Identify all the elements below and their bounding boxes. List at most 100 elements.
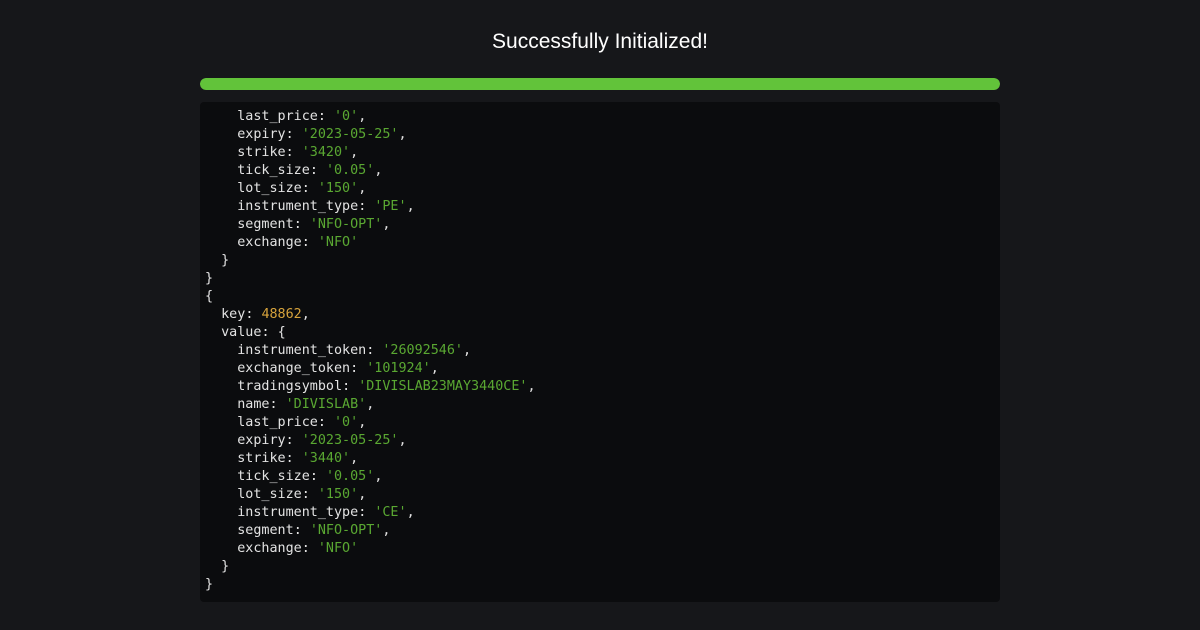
console-line: key: 48862, (221, 307, 310, 322)
console-line-key: tick_size (237, 163, 310, 178)
console-line-value: 'CE' (374, 505, 407, 520)
console-line-value: '2023-05-25' (301, 127, 399, 142)
progress-bar-fill (200, 78, 1000, 90)
console-line-punctuation: , (430, 361, 439, 376)
console-line: instrument_token: '26092546', (237, 343, 472, 358)
console-line: segment: 'NFO-OPT', (237, 523, 391, 538)
console-line: last_price: '0', (237, 109, 367, 124)
console-line-key: expiry (237, 127, 286, 142)
console-line-key: instrument_type (237, 199, 359, 214)
console-line-key: exchange (237, 541, 302, 556)
console-line-value: 48862 (261, 307, 302, 322)
console-line-value: '150' (317, 487, 359, 502)
console-line-punctuation: , (358, 487, 367, 502)
console-line-key: last_price (237, 109, 318, 124)
console-line: exchange_token: '101924', (237, 361, 439, 376)
console-line-value: 'NFO-OPT' (309, 217, 383, 232)
console-line-text: } (205, 577, 214, 592)
console-line: tick_size: '0.05', (237, 469, 383, 484)
console-line-value: '0' (334, 109, 359, 124)
console-line-key: name (237, 397, 270, 412)
console-line-value: '26092546' (382, 343, 463, 358)
console-line-value: 'NFO' (317, 235, 359, 250)
console-line-punctuation: , (350, 145, 359, 160)
console-line: tradingsymbol: 'DIVISLAB23MAY3440CE', (237, 379, 536, 394)
console-line-punctuation: , (463, 343, 472, 358)
console-line-value: '101924' (366, 361, 431, 376)
console-line-punctuation: , (374, 163, 383, 178)
console-line: instrument_type: 'PE', (237, 199, 415, 214)
console-line-punctuation: , (358, 181, 367, 196)
console-line-key: lot_size (237, 181, 302, 196)
console-line-text: { (205, 289, 214, 304)
console-line-key: segment (237, 217, 294, 232)
console-line-punctuation: , (406, 505, 415, 520)
console-line: expiry: '2023-05-25', (237, 127, 407, 142)
console-line-punctuation: , (374, 469, 383, 484)
console-line-punctuation: , (350, 451, 359, 466)
console-line-punctuation: , (358, 415, 367, 430)
console-line-value: '0' (334, 415, 359, 430)
console-line-key: instrument_type (237, 505, 359, 520)
console-lines: last_price: '0', expiry: '2023-05-25', s… (200, 102, 1000, 594)
console-line: exchange: 'NFO' (237, 541, 359, 556)
console-line-key: lot_size (237, 487, 302, 502)
console-line-punctuation: , (382, 217, 391, 232)
console-line: } (205, 270, 1000, 288)
console-line-key: segment (237, 523, 294, 538)
console-line-key: exchange_token (237, 361, 351, 376)
console-line: exchange: 'NFO' (237, 235, 359, 250)
console-line-value: '0.05' (325, 163, 375, 178)
console-line-value: '2023-05-25' (301, 433, 399, 448)
console-line-key: tick_size (237, 469, 310, 484)
console-line-value: { (277, 325, 286, 340)
console-line-punctuation: , (398, 433, 407, 448)
console-line-key: strike (237, 145, 286, 160)
console-line-punctuation: , (366, 397, 375, 412)
console-line-key: expiry (237, 433, 286, 448)
console-line-value: '3440' (301, 451, 351, 466)
console-line-value: '150' (317, 181, 359, 196)
console-line-punctuation: , (406, 199, 415, 214)
console-line-value: '3420' (301, 145, 351, 160)
console-line: } (205, 252, 1000, 270)
console-line: { (205, 288, 1000, 306)
console-line-punctuation: , (358, 109, 367, 124)
console-line: tick_size: '0.05', (237, 163, 383, 178)
console-line: lot_size: '150', (237, 487, 367, 502)
console-line-key: key (221, 307, 246, 322)
console-line-text: } (221, 559, 230, 574)
console-line-value: 'DIVISLAB' (285, 397, 367, 412)
console-line-value: 'PE' (374, 199, 407, 214)
console-line-text: } (221, 253, 230, 268)
console-line: last_price: '0', (237, 415, 367, 430)
page-title: Successfully Initialized! (492, 30, 708, 53)
console-line: value: { (221, 325, 286, 340)
console-line: } (205, 558, 1000, 576)
progress-bar (200, 78, 1000, 90)
console-line-value: '0.05' (325, 469, 375, 484)
console-line: strike: '3440', (237, 451, 359, 466)
console-line: name: 'DIVISLAB', (237, 397, 375, 412)
console-line: segment: 'NFO-OPT', (237, 217, 391, 232)
console-line-value: 'DIVISLAB23MAY3440CE' (358, 379, 528, 394)
console-line-punctuation: , (301, 307, 310, 322)
console-line-key: instrument_token (237, 343, 367, 358)
console-line: strike: '3420', (237, 145, 359, 160)
console-line-key: value (221, 325, 262, 340)
console-line-punctuation: , (382, 523, 391, 538)
console-line: lot_size: '150', (237, 181, 367, 196)
console-line-punctuation: , (398, 127, 407, 142)
console-line: expiry: '2023-05-25', (237, 433, 407, 448)
console-line-key: strike (237, 451, 286, 466)
console-line: } (205, 576, 1000, 594)
console-line-text: } (205, 271, 214, 286)
console-line-punctuation: , (527, 379, 536, 394)
console-line-key: tradingsymbol (237, 379, 343, 394)
console-output[interactable]: last_price: '0', expiry: '2023-05-25', s… (200, 102, 1000, 602)
console-line-key: last_price (237, 415, 318, 430)
console-line: instrument_type: 'CE', (237, 505, 415, 520)
console-line-value: 'NFO' (317, 541, 359, 556)
console-line-value: 'NFO-OPT' (309, 523, 383, 538)
console-line-key: exchange (237, 235, 302, 250)
